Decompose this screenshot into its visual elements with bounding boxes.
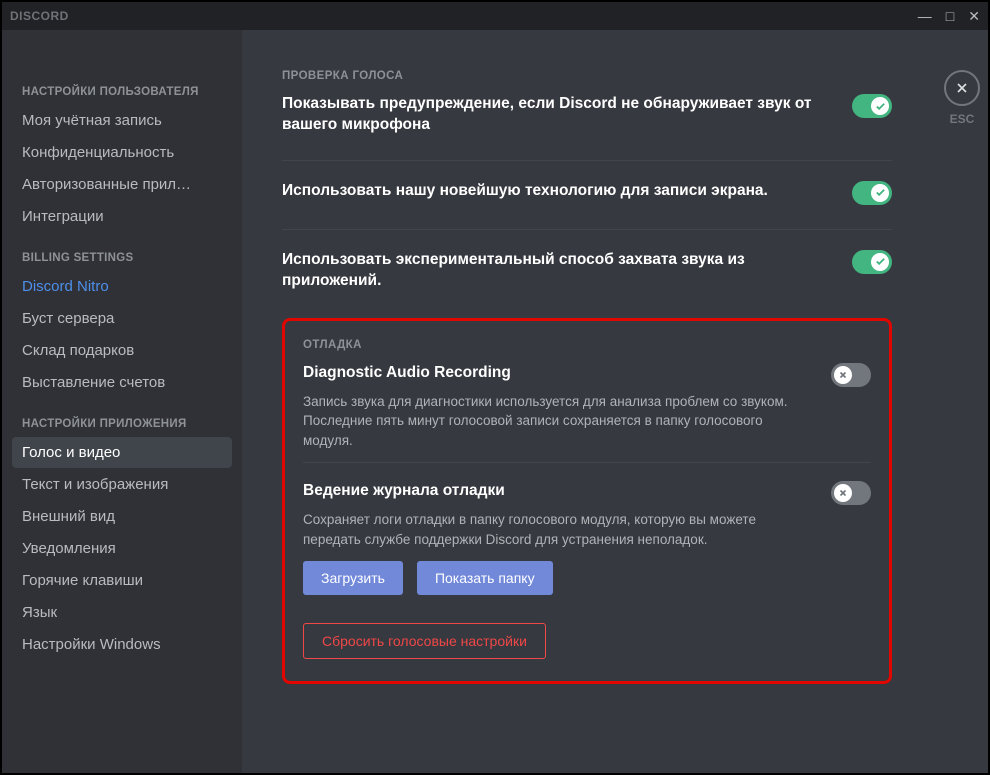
sidebar-item-notifications[interactable]: Уведомления — [12, 533, 232, 564]
sidebar-item-keybinds[interactable]: Горячие клавиши — [12, 565, 232, 596]
upload-button[interactable]: Загрузить — [303, 561, 403, 595]
x-icon — [834, 366, 852, 384]
toggle-debug-log[interactable] — [831, 481, 871, 505]
sidebar-item-integrations[interactable]: Интеграции — [12, 201, 232, 232]
sidebar-item-billing[interactable]: Выставление счетов — [12, 367, 232, 398]
close-settings-button[interactable]: ESC — [932, 70, 990, 126]
sidebar-item-account[interactable]: Моя учётная запись — [12, 105, 232, 136]
setting-desc: Сохраняет логи отладки в папку голосовог… — [303, 510, 811, 549]
sidebar-item-voice[interactable]: Голос и видео — [12, 437, 232, 468]
settings-content: ПРОВЕРКА ГОЛОСА Показывать предупреждени… — [242, 30, 932, 773]
check-icon — [871, 97, 889, 115]
sidebar-item-windows[interactable]: Настройки Windows — [12, 629, 232, 660]
sidebar-header-app: НАСТРОЙКИ ПРИЛОЖЕНИЯ — [12, 412, 232, 436]
right-gutter: ESC — [932, 30, 988, 773]
x-icon — [834, 484, 852, 502]
reset-voice-button[interactable]: Сбросить голосовые настройки — [303, 623, 546, 659]
settings-sidebar: НАСТРОЙКИ ПОЛЬЗОВАТЕЛЯ Моя учётная запис… — [2, 30, 242, 773]
minimize-icon[interactable]: — — [918, 9, 932, 23]
titlebar: DISCORD — □ ✕ — [2, 2, 988, 30]
maximize-icon[interactable]: □ — [946, 9, 954, 23]
sidebar-item-language[interactable]: Язык — [12, 597, 232, 628]
sidebar-item-gifts[interactable]: Склад подарков — [12, 335, 232, 366]
sidebar-header-billing: BILLING SETTINGS — [12, 246, 232, 270]
setting-title: Показывать предупреждение, если Discord … — [282, 94, 822, 136]
section-header-voice-check: ПРОВЕРКА ГОЛОСА — [282, 70, 892, 82]
debug-section-highlight: ОТЛАДКА Diagnostic Audio Recording Запис… — [282, 318, 892, 685]
esc-label: ESC — [950, 112, 975, 126]
divider — [282, 160, 892, 161]
app-title: DISCORD — [10, 9, 69, 23]
section-header-debug: ОТЛАДКА — [303, 339, 871, 351]
toggle-diag-audio[interactable] — [831, 363, 871, 387]
debug-buttons: Загрузить Показать папку — [303, 561, 871, 595]
setting-screen-tech: Использовать нашу новейшую технологию дл… — [282, 181, 892, 225]
check-icon — [871, 253, 889, 271]
toggle-screen-tech[interactable] — [852, 181, 892, 205]
close-icon[interactable]: ✕ — [968, 9, 980, 23]
setting-title: Ведение журнала отладки — [303, 481, 811, 502]
setting-title: Использовать нашу новейшую технологию дл… — [282, 181, 768, 202]
toggle-app-audio[interactable] — [852, 250, 892, 274]
setting-app-audio: Использовать экспериментальный способ за… — [282, 250, 892, 312]
setting-debug-log: Ведение журнала отладки Сохраняет логи о… — [303, 481, 871, 549]
show-folder-button[interactable]: Показать папку — [417, 561, 553, 595]
setting-diag-audio: Diagnostic Audio Recording Запись звука … — [303, 363, 871, 451]
setting-title: Diagnostic Audio Recording — [303, 363, 811, 384]
sidebar-item-text[interactable]: Текст и изображения — [12, 469, 232, 500]
sidebar-item-boost[interactable]: Буст сервера — [12, 303, 232, 334]
setting-mic-warning: Показывать предупреждение, если Discord … — [282, 94, 892, 156]
divider — [303, 462, 871, 463]
divider — [282, 229, 892, 230]
setting-title: Использовать экспериментальный способ за… — [282, 250, 822, 292]
window-controls: — □ ✕ — [918, 9, 980, 23]
toggle-mic-warning[interactable] — [852, 94, 892, 118]
close-icon — [944, 70, 980, 106]
sidebar-item-privacy[interactable]: Конфиденциальность — [12, 137, 232, 168]
setting-desc: Запись звука для диагностики используетс… — [303, 392, 811, 451]
sidebar-header-user: НАСТРОЙКИ ПОЛЬЗОВАТЕЛЯ — [12, 80, 232, 104]
sidebar-item-authorized[interactable]: Авторизованные прил… — [12, 169, 232, 200]
sidebar-item-nitro[interactable]: Discord Nitro — [12, 271, 232, 302]
sidebar-item-appearance[interactable]: Внешний вид — [12, 501, 232, 532]
check-icon — [871, 184, 889, 202]
